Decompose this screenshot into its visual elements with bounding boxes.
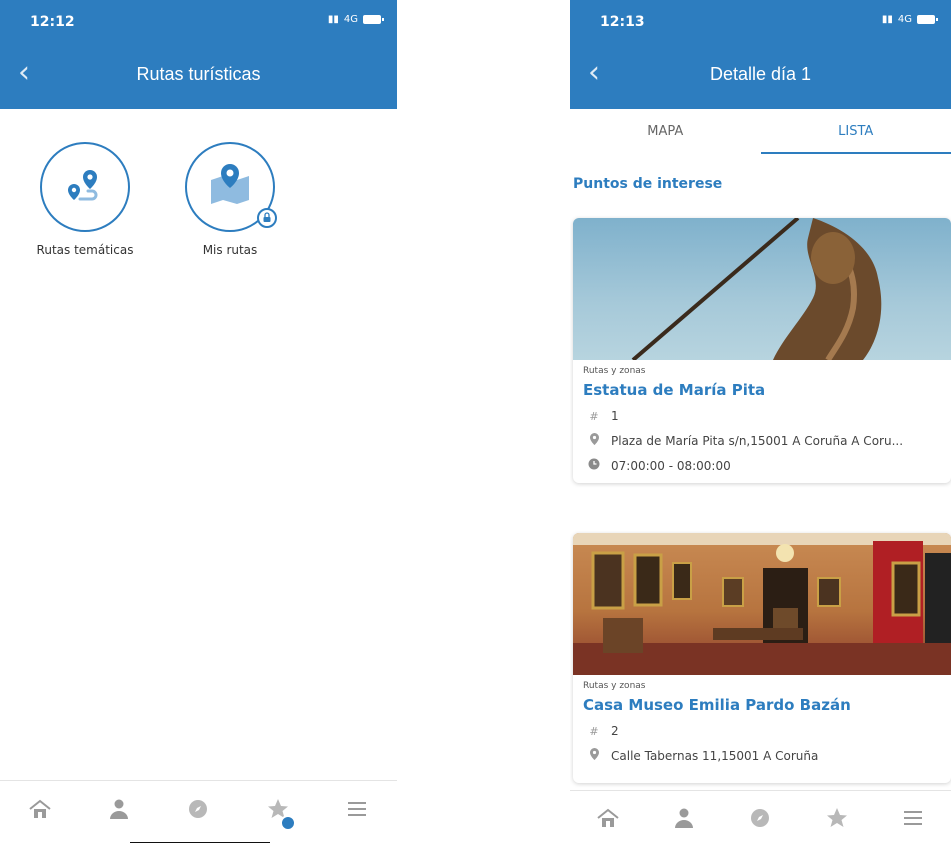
poi-number-row: # 1	[583, 409, 941, 423]
route-pins-icon	[68, 170, 98, 201]
status-indicators: ▮▮ 4G	[327, 14, 384, 25]
hash-icon: #	[589, 724, 599, 738]
menu-icon[interactable]	[339, 791, 375, 827]
screen-rutas-turisticas: 12:12 ▮▮ 4G ‹ Rutas turísticas Rutas tem…	[0, 0, 397, 843]
status-time: 12:12	[30, 14, 75, 30]
status-indicators: ▮▮ 4G	[881, 14, 938, 25]
poi-name: Estatua de María Pita	[583, 381, 766, 399]
battery-icon	[363, 15, 384, 24]
home-icon[interactable]	[22, 791, 58, 827]
tile-mis-rutas[interactable]: Mis rutas	[180, 142, 280, 258]
user-icon[interactable]	[101, 791, 137, 827]
segment-tabs: MAPA LISTA	[570, 110, 951, 154]
tile-label: Mis rutas	[202, 243, 258, 257]
lock-badge-icon	[279, 815, 296, 831]
signal-icon: ▮▮	[327, 14, 339, 25]
signal-icon: ▮▮	[881, 14, 893, 25]
poi-category: Rutas y zonas	[583, 681, 646, 691]
location-pin-icon	[587, 433, 601, 448]
poi-address: Calle Tabernas 11,15001 A Coruña	[611, 748, 819, 763]
screen-detalle-dia: 12:13 ▮▮ 4G ‹ Detalle día 1 MAPA LISTA P…	[570, 0, 951, 843]
poi-address-row: Calle Tabernas 11,15001 A Coruña	[583, 748, 941, 763]
lock-icon	[257, 208, 277, 228]
user-icon[interactable]	[666, 800, 702, 836]
tab-mapa[interactable]: MAPA	[570, 110, 761, 154]
tab-lista[interactable]: LISTA	[760, 110, 951, 154]
poi-category: Rutas y zonas	[583, 366, 646, 376]
poi-address-row: Plaza de María Pita s/n,15001 A Coruña A…	[583, 433, 941, 448]
network-label: 4G	[897, 14, 912, 25]
poi-hours-row: 07:00:00 - 08:00:00	[583, 458, 941, 473]
tile-circle	[40, 142, 130, 232]
hash-icon: #	[589, 409, 599, 423]
clock-icon	[587, 458, 601, 473]
poi-number: 1	[611, 409, 619, 423]
home-icon[interactable]	[590, 800, 626, 836]
tile-label: Rutas temáticas	[36, 243, 134, 257]
page-title: Rutas turísticas	[136, 64, 261, 84]
header-bar: ‹ Rutas turísticas	[0, 44, 397, 109]
page-title: Detalle día 1	[709, 64, 812, 84]
header-bar: ‹ Detalle día 1	[570, 44, 951, 109]
poi-address: Plaza de María Pita s/n,15001 A Coruña A…	[611, 433, 904, 448]
poi-card[interactable]: Rutas y zonas Estatua de María Pita # 1 …	[573, 218, 951, 483]
menu-icon[interactable]	[895, 800, 931, 836]
location-pin-icon	[587, 748, 601, 763]
status-bar: 12:13 ▮▮ 4G	[570, 0, 951, 44]
poi-number-row: # 2	[583, 724, 941, 738]
section-title: Puntos de interese	[573, 176, 723, 192]
network-label: 4G	[343, 14, 358, 25]
compass-icon[interactable]	[180, 791, 216, 827]
poi-card[interactable]: Rutas y zonas Casa Museo Emilia Pardo Ba…	[573, 533, 951, 783]
bottom-tab-bar	[570, 790, 951, 843]
poi-name: Casa Museo Emilia Pardo Bazán	[583, 696, 851, 714]
tile-rutas-tematicas[interactable]: Rutas temáticas	[35, 142, 135, 258]
star-icon[interactable]	[819, 800, 855, 836]
poi-image-museum	[573, 533, 951, 675]
compass-icon[interactable]	[742, 800, 778, 836]
battery-icon	[917, 15, 938, 24]
status-bar: 12:12 ▮▮ 4G	[0, 0, 397, 44]
poi-image-statue	[573, 218, 951, 360]
bottom-tab-bar	[0, 780, 397, 837]
status-time: 12:13	[600, 14, 645, 30]
star-icon[interactable]	[260, 791, 296, 831]
poi-number: 2	[611, 724, 619, 738]
poi-hours: 07:00:00 - 08:00:00	[611, 458, 731, 473]
map-pin-icon	[211, 164, 249, 204]
tile-circle	[185, 142, 277, 232]
